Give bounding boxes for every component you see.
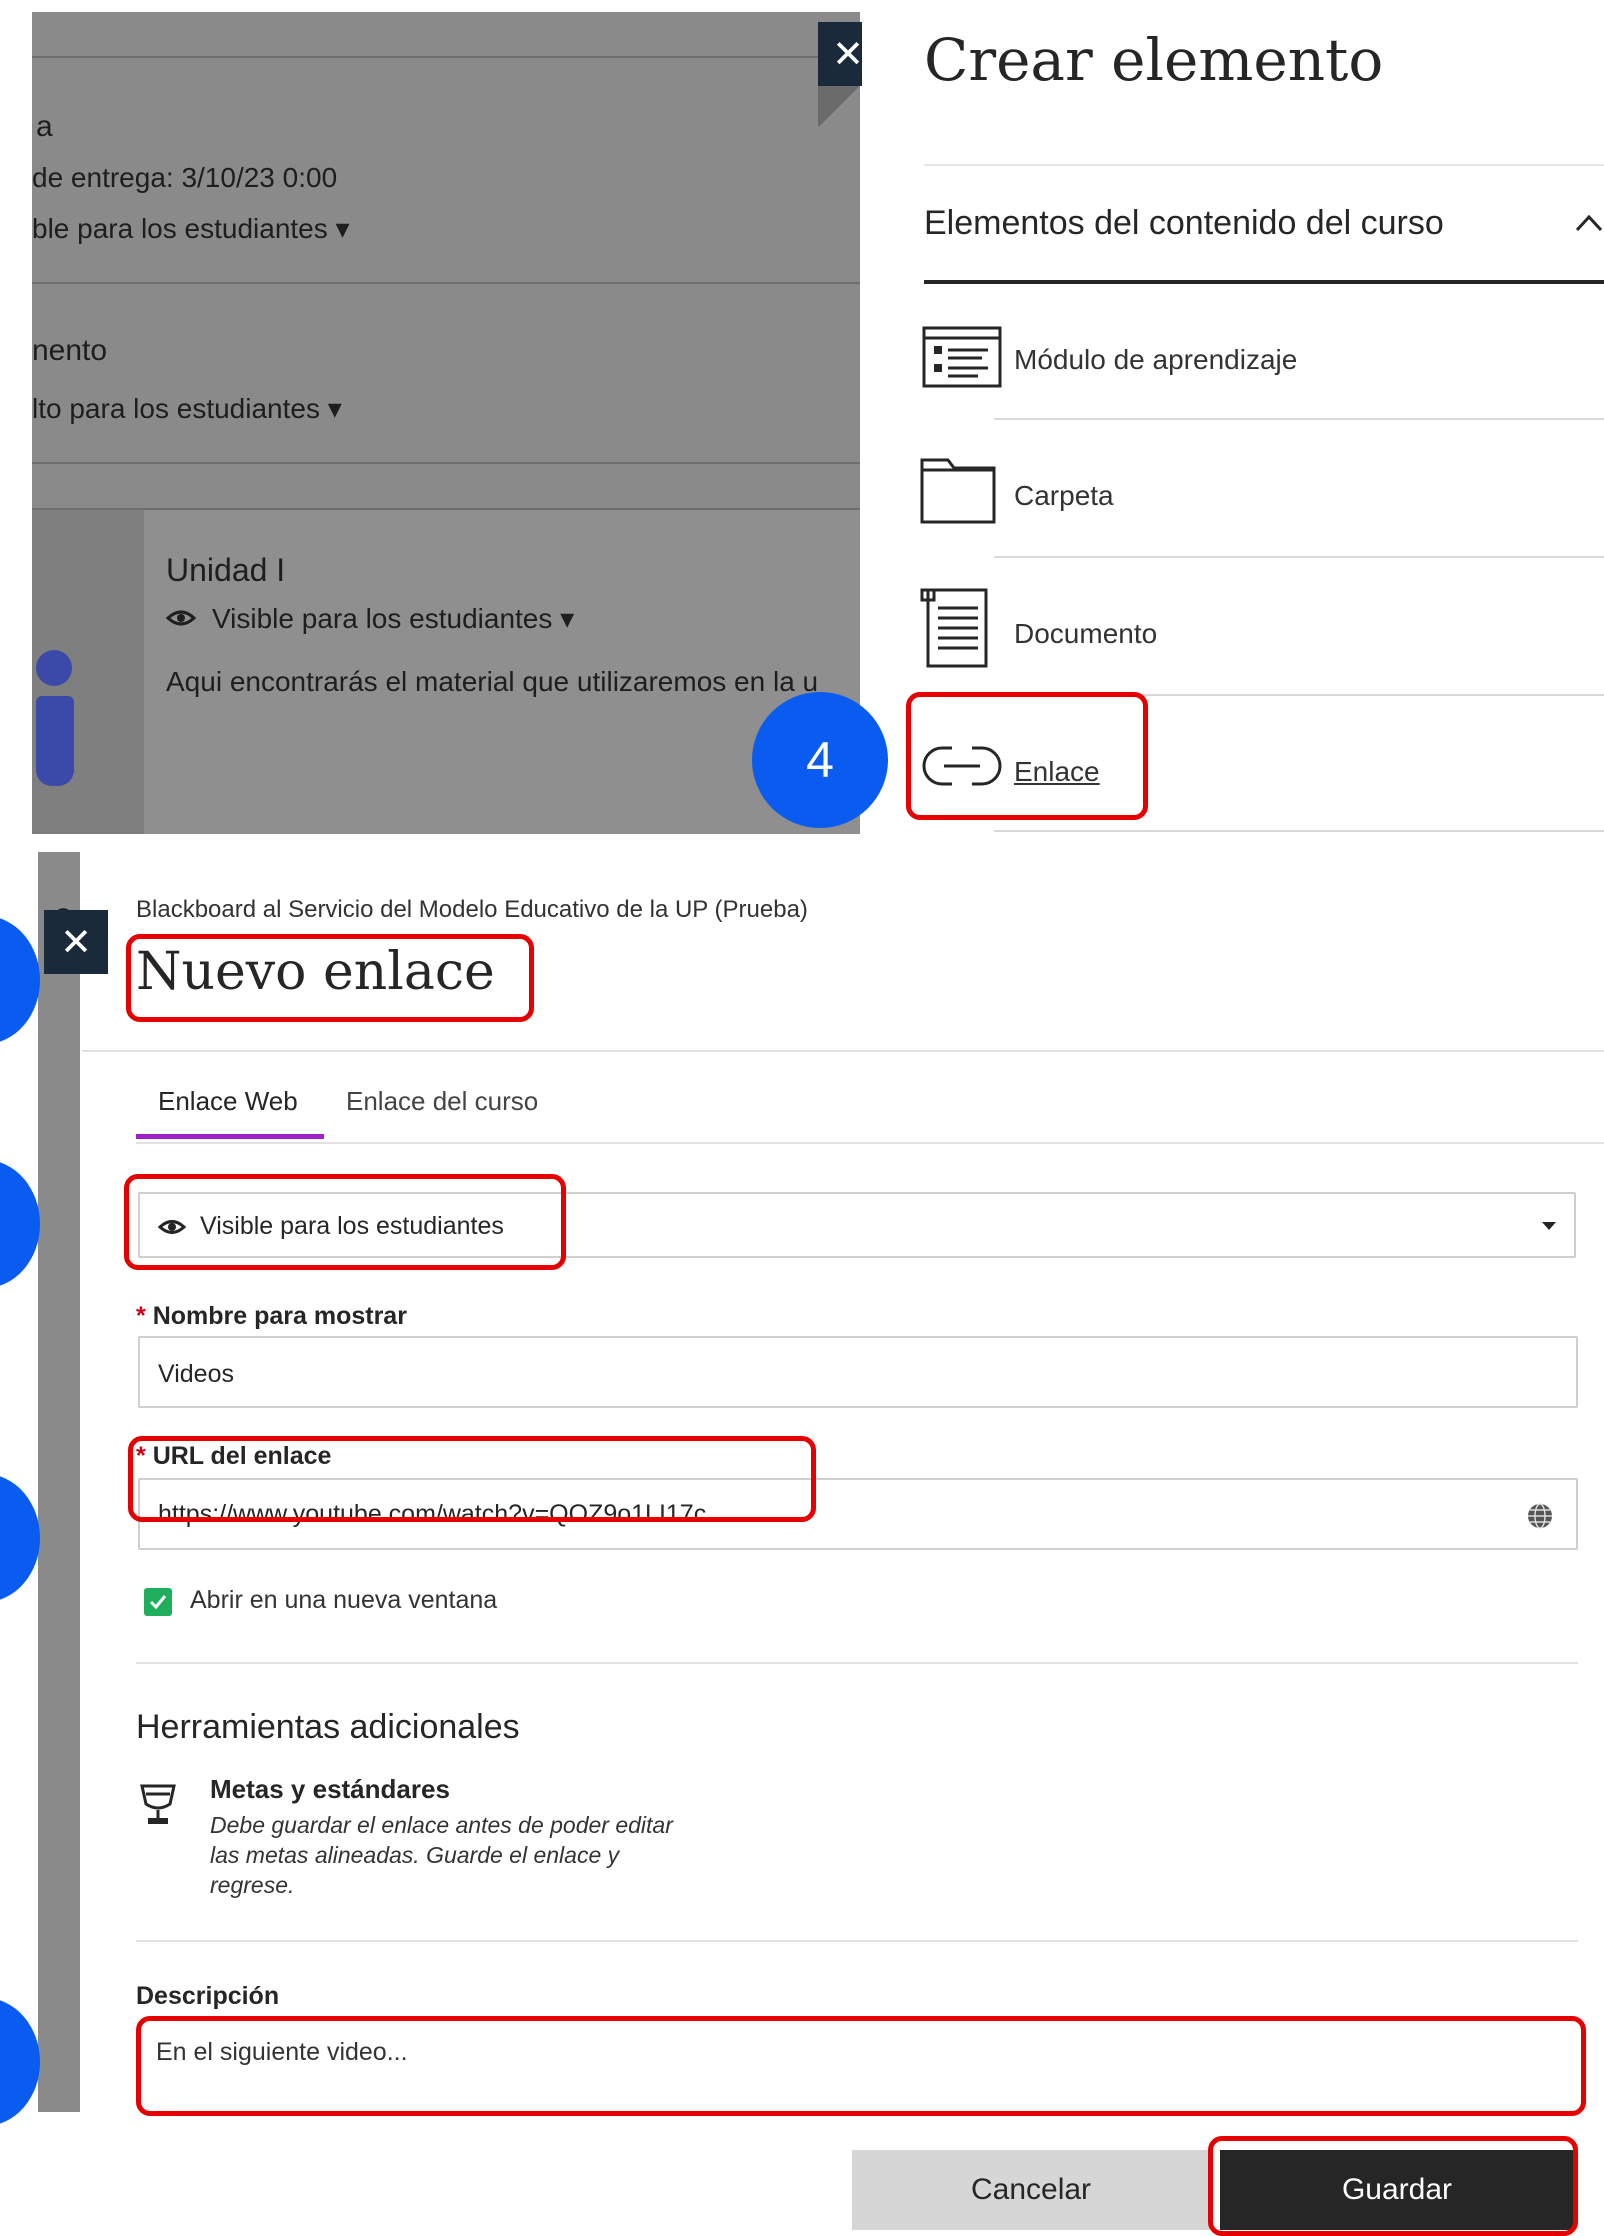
step-badge-partial bbox=[0, 916, 40, 1044]
folder-icon bbox=[920, 458, 996, 524]
visibility-value: Visible para los estudiantes bbox=[200, 1212, 504, 1240]
item-document[interactable]: Documento bbox=[862, 568, 1604, 706]
background-strip: C bbox=[38, 852, 80, 2112]
goals-title[interactable]: Metas y estándares bbox=[210, 1774, 450, 1805]
crear-elemento-panel: Crear elemento Elementos del contenido d… bbox=[862, 12, 1604, 834]
open-new-window-label[interactable]: Abrir en una nueva ventana bbox=[190, 1586, 497, 1615]
item-label: Enlace bbox=[1014, 756, 1100, 787]
page-title: Nuevo enlace bbox=[136, 942, 495, 1002]
display-name-value: Videos bbox=[158, 1360, 234, 1388]
bg-visibility-1[interactable]: ble para los estudiantes ▾ bbox=[32, 212, 350, 245]
item-learning-module[interactable]: Módulo de aprendizaje bbox=[862, 294, 1604, 432]
globe-icon[interactable] bbox=[1526, 1502, 1554, 1530]
bg-item-title: nento bbox=[32, 334, 108, 367]
section-title[interactable]: Elementos del contenido del curso bbox=[924, 204, 1444, 243]
step-badge-partial bbox=[0, 1474, 40, 1602]
background-course-page: a de entrega: 3/10/23 0:00 ble para los … bbox=[32, 12, 860, 834]
url-label: * URL del enlace bbox=[136, 1442, 332, 1470]
bg-unit-thumbnail bbox=[32, 510, 144, 834]
divider bbox=[994, 418, 1604, 420]
additional-tools-title: Herramientas adicionales bbox=[136, 1708, 520, 1746]
description-editor[interactable]: En el siguiente video... bbox=[138, 2018, 1578, 2118]
nuevo-enlace-panel: Blackboard al Servicio del Modelo Educat… bbox=[82, 852, 1604, 2233]
caret-down-icon bbox=[1542, 1222, 1556, 1230]
bg-unit-visibility[interactable]: Visible para los estudiantes ▾ bbox=[212, 602, 574, 635]
item-link[interactable]: Enlace bbox=[862, 706, 1604, 844]
close-icon: ✕ bbox=[60, 921, 92, 964]
divider bbox=[994, 830, 1604, 832]
display-name-input[interactable]: Videos bbox=[138, 1336, 1578, 1408]
bg-unit-title[interactable]: Unidad I bbox=[166, 552, 285, 589]
eye-icon bbox=[157, 1216, 187, 1238]
url-value: https://www.youtube.com/watch?v=QOZ9o1LI… bbox=[158, 1500, 707, 1528]
open-new-window-checkbox[interactable] bbox=[144, 1588, 172, 1616]
divider bbox=[994, 556, 1604, 558]
bg-assignment-title: a bbox=[36, 110, 53, 143]
chevron-up-icon[interactable] bbox=[1574, 208, 1604, 238]
eye-icon bbox=[165, 606, 197, 630]
url-input[interactable]: https://www.youtube.com/watch?v=QOZ9o1LI… bbox=[138, 1478, 1578, 1550]
learning-module-icon bbox=[922, 326, 1002, 388]
panel-title: Crear elemento bbox=[924, 26, 1384, 94]
item-label: Documento bbox=[1014, 618, 1158, 649]
cancel-button[interactable]: Cancelar bbox=[852, 2150, 1210, 2230]
display-name-label: * Nombre para mostrar bbox=[136, 1302, 407, 1330]
bg-due-date: de entrega: 3/10/23 0:00 bbox=[32, 162, 338, 193]
bg-unit-description: Aqui encontrarás el material que utiliza… bbox=[166, 666, 819, 697]
save-button[interactable]: Guardar bbox=[1220, 2150, 1574, 2230]
step-badge-partial bbox=[0, 1998, 40, 2126]
item-label: Carpeta bbox=[1014, 480, 1114, 511]
step-badge: 4 bbox=[752, 692, 888, 828]
course-name: Blackboard al Servicio del Modelo Educat… bbox=[136, 896, 808, 923]
tab-enlace-curso[interactable]: Enlace del curso bbox=[346, 1086, 538, 1117]
checkmark-icon bbox=[149, 1595, 167, 1610]
goals-note: Debe guardar el enlace antes de poder ed… bbox=[210, 1812, 673, 1898]
tab-active-indicator bbox=[136, 1134, 324, 1139]
document-icon bbox=[920, 588, 996, 668]
item-label: Módulo de aprendizaje bbox=[1014, 344, 1298, 375]
visibility-select[interactable]: Visible para los estudiantes bbox=[138, 1192, 1576, 1258]
close-nuevo-enlace-button[interactable]: ✕ bbox=[44, 910, 108, 974]
bg-visibility-2[interactable]: lto para los estudiantes ▾ bbox=[32, 392, 342, 425]
divider bbox=[994, 694, 1604, 696]
link-icon bbox=[922, 744, 1002, 788]
panel-fold-decoration bbox=[818, 86, 862, 126]
trophy-icon bbox=[138, 1782, 178, 1826]
step-number: 4 bbox=[806, 732, 834, 788]
description-value: En el siguiente video... bbox=[156, 2038, 408, 2066]
item-folder[interactable]: Carpeta bbox=[862, 430, 1604, 568]
step-badge-partial bbox=[0, 1160, 40, 1288]
tab-enlace-web[interactable]: Enlace Web bbox=[158, 1086, 298, 1117]
description-label: Descripción bbox=[136, 1982, 280, 2010]
close-icon: ✕ bbox=[832, 33, 864, 76]
